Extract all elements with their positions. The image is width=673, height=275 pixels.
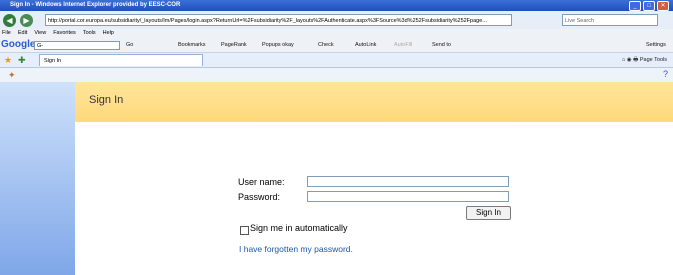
- window-titlebar: Sign In - Windows Internet Explorer prov…: [0, 0, 673, 11]
- tools-menu[interactable]: Tools: [654, 57, 667, 63]
- home-icon[interactable]: ⌂: [622, 57, 625, 63]
- window-controls: _ □ ✕: [629, 1, 669, 11]
- tab-bar: ★ ✚ Sign In ⌂ ◉ 🖶 Page Tools: [0, 53, 673, 68]
- remember-checkbox[interactable]: [240, 226, 249, 235]
- forward-button[interactable]: ▶: [20, 14, 33, 27]
- tab-label: Sign In: [44, 58, 62, 64]
- remember-label: Sign me in automatically: [250, 223, 348, 233]
- command-bar: ⌂ ◉ 🖶 Page Tools: [622, 55, 667, 65]
- menu-bar: File Edit View Favorites Tools Help: [0, 29, 673, 38]
- window-title: Sign In - Windows Internet Explorer prov…: [10, 2, 181, 8]
- back-button[interactable]: ◀: [3, 14, 16, 27]
- username-label: User name:: [238, 177, 285, 187]
- check-button[interactable]: Check: [318, 40, 334, 50]
- google-logo: Google: [1, 39, 36, 50]
- menu-favorites[interactable]: Favorites: [53, 29, 76, 38]
- forgot-password-link[interactable]: I have forgotten my password.: [239, 244, 353, 254]
- signin-button[interactable]: Sign In: [466, 206, 511, 220]
- google-toolbar: Google G- Go Bookmarks PageRank Popups o…: [0, 38, 673, 53]
- sendto-button[interactable]: Send to: [432, 40, 451, 50]
- autofill-button[interactable]: AutoFill: [394, 40, 412, 50]
- feeds-icon[interactable]: ◉: [627, 57, 632, 63]
- menu-tools[interactable]: Tools: [83, 29, 96, 38]
- popups-button[interactable]: Popups okay: [262, 40, 294, 50]
- page-menu[interactable]: Page: [640, 57, 653, 63]
- menu-view[interactable]: View: [34, 29, 46, 38]
- add-favorites-icon[interactable]: ✚: [18, 55, 26, 66]
- print-icon[interactable]: 🖶: [633, 57, 638, 63]
- minimize-button[interactable]: _: [629, 1, 641, 11]
- address-input[interactable]: http://portal.cor.europa.eu/subsidiarity…: [45, 14, 512, 26]
- page-content: ✦ ? Sign In User name: Password: Sign In…: [0, 68, 673, 275]
- password-label: Password:: [238, 192, 281, 202]
- favorites-star-icon[interactable]: ★: [4, 55, 12, 66]
- username-input[interactable]: [307, 176, 509, 187]
- menu-help[interactable]: Help: [103, 29, 114, 38]
- signin-form: User name: Password: Sign In Sign me in …: [0, 68, 673, 275]
- go-button[interactable]: Go: [126, 40, 133, 50]
- search-input[interactable]: Live Search: [562, 14, 658, 26]
- maximize-button[interactable]: □: [643, 1, 655, 11]
- address-toolbar: ◀ ▶ http://portal.cor.europa.eu/subsidia…: [0, 11, 673, 30]
- menu-file[interactable]: File: [2, 29, 11, 38]
- pagerank-indicator[interactable]: PageRank: [221, 40, 247, 50]
- menu-edit[interactable]: Edit: [18, 29, 27, 38]
- close-button[interactable]: ✕: [657, 1, 669, 11]
- tab-sign-in[interactable]: Sign In: [39, 54, 203, 66]
- settings-button[interactable]: Settings: [646, 40, 666, 50]
- google-search-input[interactable]: G-: [34, 41, 120, 50]
- autolink-button[interactable]: AutoLink: [355, 40, 376, 50]
- password-input[interactable]: [307, 191, 509, 202]
- bookmarks-button[interactable]: Bookmarks: [178, 40, 206, 50]
